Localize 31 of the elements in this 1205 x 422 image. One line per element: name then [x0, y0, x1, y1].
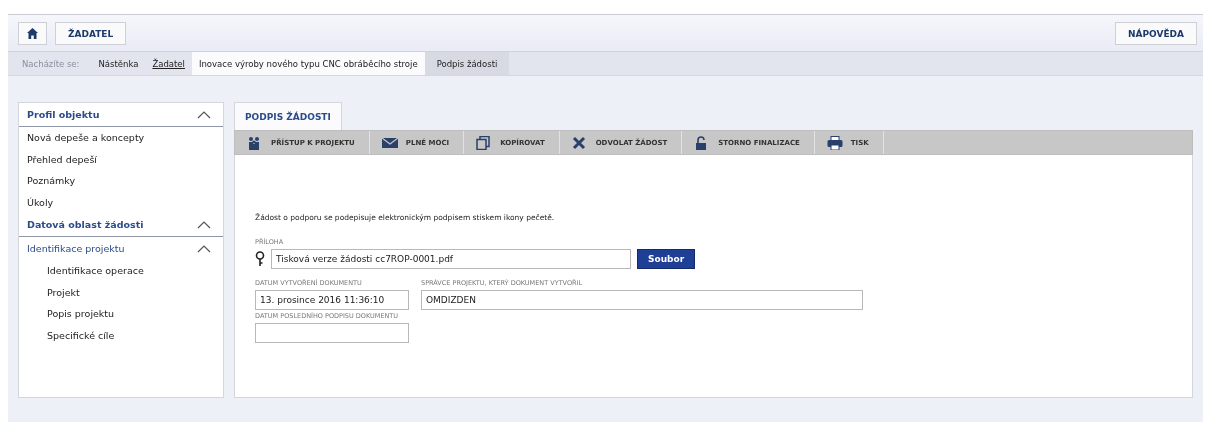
- file-button[interactable]: Soubor: [637, 249, 696, 269]
- home-button[interactable]: [18, 22, 47, 45]
- home-icon: [27, 28, 38, 39]
- copy-icon: [476, 135, 493, 150]
- key-icon: [255, 251, 265, 267]
- file-field[interactable]: Tisková verze žádosti cc7ROP-0001.pdf: [271, 249, 631, 269]
- section-header[interactable]: Datová oblast žádosti: [19, 213, 223, 237]
- sidebar-item[interactable]: Projekt: [19, 281, 223, 303]
- envelope-icon: [381, 135, 398, 150]
- tab[interactable]: PODPIS ŽÁDOSTI: [234, 102, 342, 130]
- cross-icon: [571, 135, 588, 150]
- user-button[interactable]: ŽADATEL: [55, 22, 127, 45]
- breadcrumb-link[interactable]: Inovace výroby nového typu CNC obráběcího stroje: [191, 52, 425, 75]
- text-field[interactable]: [255, 323, 409, 343]
- tree-group[interactable]: Identifikace projektu: [19, 237, 223, 260]
- breadcrumb-label: Nacházíte se:: [22, 57, 81, 71]
- text-field[interactable]: 13. prosince 2016 11:36:10: [255, 290, 409, 310]
- help-button[interactable]: NÁPOVĚDA: [1114, 22, 1197, 45]
- text-field[interactable]: OMDIZDEN: [421, 290, 863, 310]
- breadcrumb-link[interactable]: Žadatel: [145, 52, 192, 75]
- sidebar-item[interactable]: Úkoly: [19, 191, 223, 213]
- printer-icon: [826, 135, 843, 150]
- section-header[interactable]: Profil objektu: [19, 103, 223, 127]
- sidebar-item[interactable]: Popis projektu: [19, 303, 223, 325]
- sidebar-item[interactable]: Poznámky: [19, 170, 223, 192]
- sidebar-item[interactable]: Identifikace operace: [19, 260, 223, 282]
- breadcrumb-link[interactable]: Nástěnka: [91, 52, 146, 75]
- sidebar-item[interactable]: Nová depeše a koncepty: [19, 127, 223, 149]
- sidebar-item[interactable]: Přehled depeší: [19, 148, 223, 170]
- breadcrumb-link[interactable]: Podpis žádosti: [424, 52, 510, 75]
- sidebar-item[interactable]: Specifické cíle: [19, 324, 223, 346]
